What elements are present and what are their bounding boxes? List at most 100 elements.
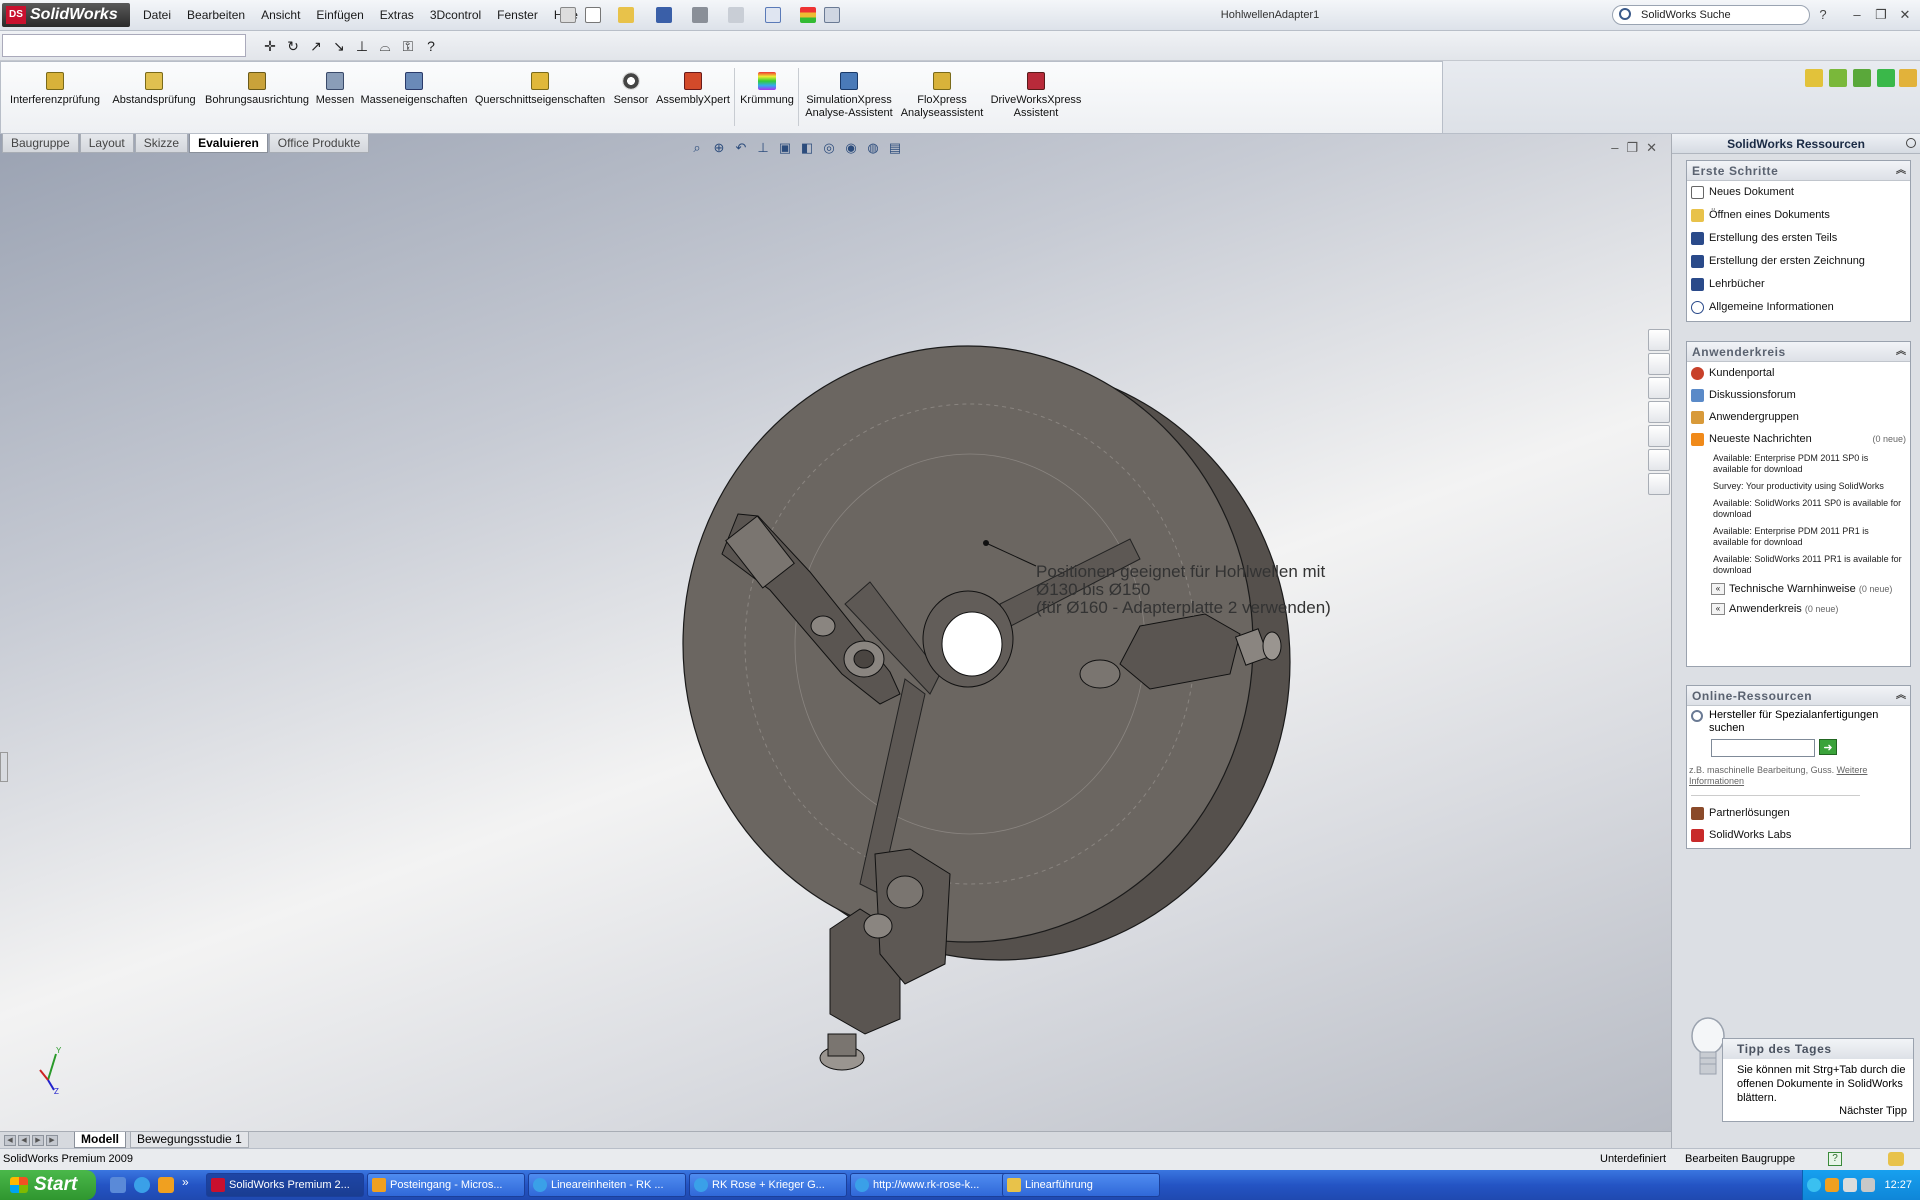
model-annotation[interactable]: Positionen geeignet für Hohlwellen mit Ø…: [1036, 563, 1331, 617]
snowflake-icon[interactable]: [1877, 69, 1895, 87]
tab-evaluieren[interactable]: Evaluieren: [189, 134, 268, 153]
first-tab-button[interactable]: ◀: [4, 1135, 16, 1146]
menu-einfuegen[interactable]: Einfügen: [308, 7, 371, 23]
point-icon[interactable]: ✛: [262, 38, 278, 54]
floxpress-button[interactable]: FloXpress Analyseassistent: [899, 72, 985, 120]
open-folder-icon[interactable]: [618, 7, 634, 23]
help-icon[interactable]: ?: [1814, 6, 1832, 24]
save-icon[interactable]: [656, 7, 672, 23]
curvature-button[interactable]: Krümmung: [739, 72, 795, 107]
outlook-tray-icon[interactable]: [1825, 1178, 1839, 1192]
tab-modell[interactable]: Modell: [74, 1132, 126, 1148]
news-item[interactable]: Available: SolidWorks 2011 PR1 is availa…: [1687, 551, 1910, 579]
graphics-area[interactable]: ⌕ ⊕ ↶ ⊥ ▣ ◧ ◎ ◉ ◍ ▤ – ❐ ✕ Positionen gee…: [0, 134, 1671, 1131]
pin-icon[interactable]: [560, 7, 576, 23]
feature-tree-handle[interactable]: [0, 752, 8, 782]
collapse-icon[interactable]: ︽: [1896, 686, 1906, 706]
task-rk-url[interactable]: http://www.rk-rose-k...: [850, 1173, 1008, 1197]
plane-icon[interactable]: ⊥: [354, 38, 370, 54]
task-outlook[interactable]: Posteingang - Micros...: [367, 1173, 525, 1197]
collapse-icon[interactable]: ︽: [1896, 161, 1906, 181]
undo-icon[interactable]: [728, 7, 744, 23]
menu-extras[interactable]: Extras: [372, 7, 422, 23]
tab-office-produkte[interactable]: Office Produkte: [268, 134, 370, 153]
driveworksxpress-button[interactable]: DriveWorksXpress Assistent: [989, 72, 1083, 120]
menu-bearbeiten[interactable]: Bearbeiten: [179, 7, 253, 23]
network-icon[interactable]: [1843, 1178, 1857, 1192]
custom-properties-tab-icon[interactable]: [1648, 473, 1670, 495]
measure-button[interactable]: Messen: [313, 72, 357, 107]
options-icon[interactable]: [824, 7, 840, 23]
chuck-3d-model[interactable]: [0, 134, 1671, 1131]
show-desktop-icon[interactable]: [110, 1177, 126, 1193]
close-button[interactable]: ✕: [1896, 6, 1914, 24]
hole-alignment-button[interactable]: Bohrungsausrichtung: [203, 72, 311, 107]
rotate-icon[interactable]: ↻: [285, 38, 301, 54]
link-neues-dokument[interactable]: Neues Dokument: [1687, 181, 1910, 204]
next-tip-link[interactable]: Nächster Tipp: [1839, 1105, 1907, 1117]
link-solidworks-labs[interactable]: SolidWorks Labs: [1687, 824, 1910, 846]
arrow-down-right-icon[interactable]: ↘: [331, 38, 347, 54]
appearances-tab-icon[interactable]: [1648, 449, 1670, 471]
link-diskussionsforum[interactable]: Diskussionsforum: [1687, 384, 1910, 406]
restore-button[interactable]: ❐: [1872, 6, 1890, 24]
solidworks-logo[interactable]: DS SolidWorks: [2, 3, 130, 27]
panel-header[interactable]: Erste Schritte ︽: [1687, 161, 1910, 181]
tab-baugruppe[interactable]: Baugruppe: [2, 134, 79, 153]
outlook-icon[interactable]: [158, 1177, 174, 1193]
link-technische-warnhinweise[interactable]: «Technische Warnhinweise (0 neue): [1687, 579, 1910, 599]
link-erstes-teil[interactable]: Erstellung des ersten Teils: [1687, 227, 1910, 250]
internet-explorer-icon[interactable]: [134, 1177, 150, 1193]
file-explorer-tab-icon[interactable]: [1648, 377, 1670, 399]
line-tool-icon[interactable]: [1829, 69, 1847, 87]
search-tab-icon[interactable]: [1648, 401, 1670, 423]
search-input[interactable]: SolidWorks Suche: [1612, 5, 1810, 25]
mass-properties-button[interactable]: Masseneigenschaften: [359, 72, 469, 107]
link-lehrbuecher[interactable]: Lehrbücher: [1687, 273, 1910, 296]
line-icon[interactable]: ↗: [308, 38, 324, 54]
panel-header[interactable]: Anwenderkreis ︽: [1687, 342, 1910, 362]
pin-icon[interactable]: [1906, 138, 1916, 148]
go-arrow-icon[interactable]: ➜: [1819, 739, 1837, 755]
cube-icon[interactable]: [1899, 69, 1917, 87]
link-allgemeine-info[interactable]: Allgemeine Informationen: [1687, 296, 1910, 319]
link-erste-zeichnung[interactable]: Erstellung der ersten Zeichnung: [1687, 250, 1910, 273]
traffic-light-icon[interactable]: [800, 7, 816, 23]
assemblyxpert-button[interactable]: AssemblyXpert: [655, 72, 731, 107]
print-icon[interactable]: [692, 7, 708, 23]
help-status-icon[interactable]: ?: [1828, 1152, 1842, 1166]
configuration-selector[interactable]: [2, 34, 246, 57]
menu-ansicht[interactable]: Ansicht: [253, 7, 308, 23]
panel-header[interactable]: Online-Ressourcen ︽: [1687, 686, 1910, 706]
sketch-icon[interactable]: [1805, 69, 1823, 87]
simulationxpress-button[interactable]: SimulationXpress Analyse-Assistent: [801, 72, 897, 120]
menu-3dcontrol[interactable]: 3Dcontrol: [422, 7, 489, 23]
section-properties-button[interactable]: Querschnittseigenschaften: [473, 72, 607, 107]
interference-check-button[interactable]: Interferenzprüfung: [7, 72, 103, 107]
tab-layout[interactable]: Layout: [79, 134, 134, 153]
clock[interactable]: 12:27: [1884, 1170, 1912, 1200]
select-arrow-icon[interactable]: [765, 7, 781, 23]
news-item[interactable]: Available: SolidWorks 2011 SP0 is availa…: [1687, 495, 1910, 523]
link-anwendergruppen[interactable]: Anwendergruppen: [1687, 406, 1910, 428]
news-item[interactable]: Available: Enterprise PDM 2011 PR1 is av…: [1687, 523, 1910, 551]
help-bulb-icon[interactable]: ?: [423, 38, 439, 54]
tab-bewegungsstudie[interactable]: Bewegungsstudie 1: [130, 1132, 249, 1148]
next-tab-button[interactable]: ▶: [32, 1135, 44, 1146]
collapse-icon[interactable]: ︽: [1896, 342, 1906, 362]
manufacturer-search-input[interactable]: [1711, 739, 1815, 757]
menu-fenster[interactable]: Fenster: [489, 7, 546, 23]
link-anwenderkreis[interactable]: «Anwenderkreis (0 neue): [1687, 599, 1910, 619]
news-item[interactable]: Survey: Your productivity using SolidWor…: [1687, 478, 1910, 495]
tab-skizze[interactable]: Skizze: [134, 134, 189, 153]
link-neueste-nachrichten[interactable]: Neueste Nachrichten (0 neue): [1687, 428, 1910, 450]
news-item[interactable]: Available: Enterprise PDM 2011 SP0 is av…: [1687, 450, 1910, 478]
link-oeffnen[interactable]: Öffnen eines Dokuments: [1687, 204, 1910, 227]
minimize-button[interactable]: –: [1848, 6, 1866, 24]
surface-icon[interactable]: ⌓: [377, 38, 393, 54]
axis-icon[interactable]: [1853, 69, 1871, 87]
link-kundenportal[interactable]: Kundenportal: [1687, 362, 1910, 384]
sensor-button[interactable]: Sensor: [611, 72, 651, 107]
tag-icon[interactable]: [1888, 1152, 1904, 1166]
menu-datei[interactable]: Datei: [135, 7, 179, 23]
